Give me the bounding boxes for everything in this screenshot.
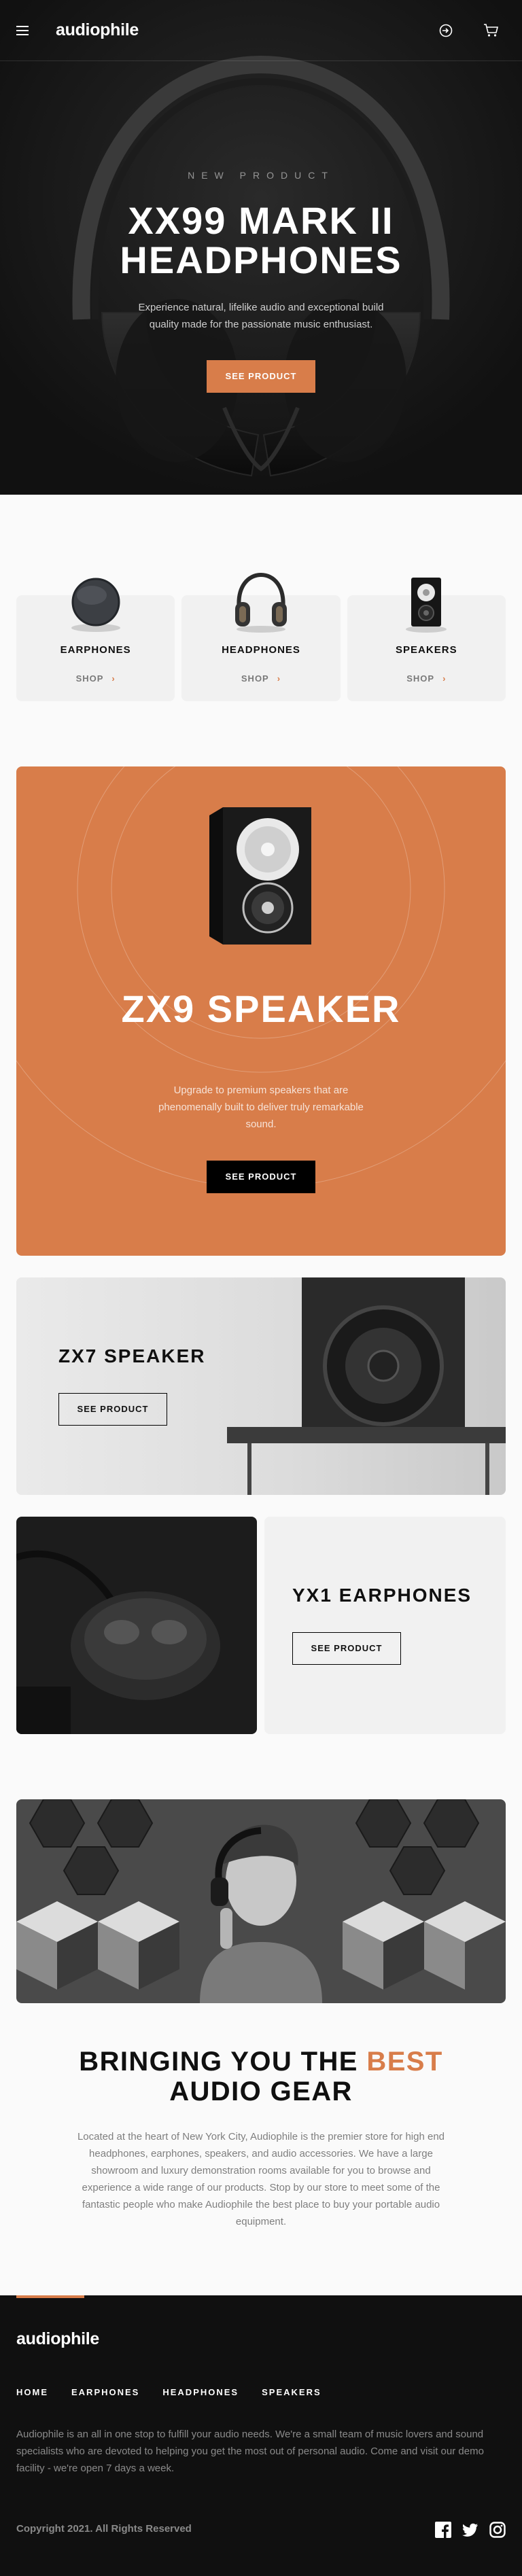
twitter-icon[interactable] [462,2522,478,2538]
footer-nav-home[interactable]: HOME [16,2387,48,2397]
yx1-promo: YX1 EARPHONES SEE PRODUCT [16,1517,506,1734]
yx1-title: YX1 EARPHONES [292,1585,472,1606]
about-title-part-1: BRINGING YOU THE [79,2047,367,2077]
about-person-image [16,1799,506,2003]
about-description: Located at the heart of New York City, A… [77,2131,445,2227]
about-title: BRINGING YOU THE BEST AUDIO GEAR [0,2047,522,2106]
category-name: HEADPHONES [222,644,300,656]
site-footer: audiophile HOME EARPHONES HEADPHONES SPE… [0,2295,522,2576]
hero-title: XX99 MARK II HEADPHONES [120,199,402,281]
category-shop-link[interactable]: SHOP › [181,673,340,684]
hero-overline: NEW PRODUCT [188,170,334,181]
zx7-see-product-button[interactable]: SEE PRODUCT [58,1393,167,1426]
category-card-speakers[interactable]: SPEAKERS SHOP › [347,578,506,701]
zx9-see-product-button[interactable]: SEE PRODUCT [207,1161,315,1193]
category-shop-link[interactable]: SHOP › [16,673,175,684]
shop-label: SHOP [75,673,104,684]
yx1-info-panel: YX1 EARPHONES SEE PRODUCT [264,1517,506,1734]
hero-section: audiophile NEW PRODUCT XX99 MARK II HEAD… [0,0,522,495]
social-links [435,2522,506,2538]
about-title-part-2: AUDIO GEAR [169,2077,353,2106]
zx9-promo: ZX9 SPEAKER Upgrade to premium speakers … [16,766,506,1256]
zx9-title: ZX9 SPEAKER [121,987,401,1030]
footer-description: Audiophile is an all in one stop to fulf… [16,2429,484,2474]
footer-nav: HOME EARPHONES HEADPHONES SPEAKERS [16,2387,321,2397]
zx9-description: Upgrade to premium speakers that are phe… [158,1084,364,1130]
category-shop-link[interactable]: SHOP › [347,673,506,684]
category-name: SPEAKERS [396,644,457,656]
footer-accent-bar [16,2295,84,2298]
hero-content: NEW PRODUCT XX99 MARK II HEADPHONES Expe… [0,170,522,393]
about-section: BRINGING YOU THE BEST AUDIO GEAR Located… [0,1799,522,2230]
instagram-icon[interactable] [489,2522,506,2538]
category-name: EARPHONES [60,644,131,656]
category-list: EARPHONES SHOP › HEADPHONES SHOP › SPEAKER… [16,572,506,701]
footer-nav-earphones[interactable]: EARPHONES [71,2387,139,2397]
shop-label: SHOP [406,673,435,684]
footer-copyright: Copyright 2021. All Rights Reserved [16,2523,192,2535]
chevron-right-icon: › [442,673,447,684]
shop-label: SHOP [241,673,269,684]
site-header: audiophile [0,0,522,61]
category-card-earphones[interactable]: EARPHONES SHOP › [16,578,175,701]
yx1-see-product-button[interactable]: SEE PRODUCT [292,1632,401,1665]
login-arrow-icon[interactable] [438,22,454,39]
yx1-earphones-image [16,1517,257,1734]
footer-logo[interactable]: audiophile [16,2329,99,2349]
speakers-image [406,578,447,633]
header-actions [438,22,499,39]
hero-see-product-button[interactable]: SEE PRODUCT [207,360,315,393]
zx7-title: ZX7 SPEAKER [58,1345,206,1366]
about-title-accent: BEST [366,2047,443,2077]
chevron-right-icon: › [277,673,281,684]
earphones-image [71,578,120,632]
chevron-right-icon: › [111,673,116,684]
category-card-headphones[interactable]: HEADPHONES SHOP › [181,572,341,701]
zx9-speaker-image [209,807,311,945]
headphones-image [234,572,287,633]
site-logo[interactable]: audiophile [56,20,139,40]
footer-nav-speakers[interactable]: SPEAKERS [262,2387,321,2397]
hero-description: Experience natural, lifelike audio and e… [138,302,384,330]
zx7-speaker-image [16,1277,506,1495]
hamburger-menu-icon[interactable] [16,25,29,35]
footer-nav-headphones[interactable]: HEADPHONES [162,2387,239,2397]
about-person-illustration [16,1799,506,2003]
cart-icon[interactable] [483,22,499,39]
yx1-earphones-illustration [16,1517,257,1734]
zx7-promo: ZX7 SPEAKER SEE PRODUCT [16,1277,506,1495]
facebook-icon[interactable] [435,2522,451,2538]
